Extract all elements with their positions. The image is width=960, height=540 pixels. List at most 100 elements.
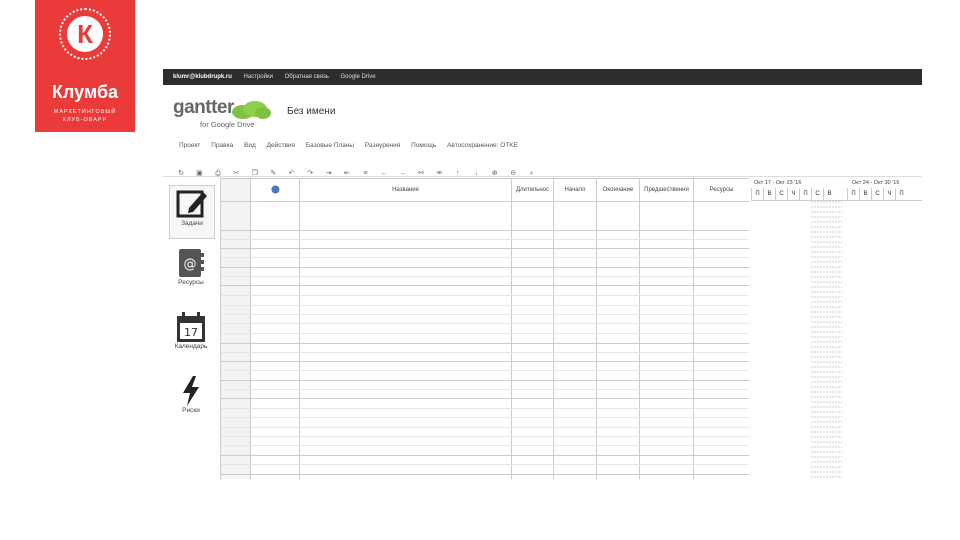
lightning-icon: [183, 376, 199, 406]
task-grid[interactable]: Название Длительнос Начало Окончание Пре…: [220, 178, 749, 479]
table-row[interactable]: [221, 398, 749, 399]
table-row[interactable]: [221, 333, 749, 334]
week-1-label: Окт 17 - Окт 23 '16: [754, 180, 802, 186]
day-label: С: [871, 188, 883, 200]
logo-tagline-2: КЛУБ-ОВАРР: [62, 117, 108, 123]
resource-book-icon: @: [179, 249, 204, 277]
table-row[interactable]: [221, 408, 749, 409]
header-predecessors[interactable]: Предшественни: [640, 179, 693, 202]
nav-tasks-label: Задачи: [181, 220, 203, 227]
logo-brand: Клумба: [51, 82, 119, 102]
day-label: С: [775, 188, 787, 200]
table-row[interactable]: [221, 305, 749, 306]
menu-edit[interactable]: Правка: [211, 142, 233, 149]
menu-baselines[interactable]: Базовые Планы: [306, 142, 354, 149]
calendar-day: 17: [184, 326, 198, 339]
table-row[interactable]: [221, 389, 749, 390]
table-row[interactable]: [221, 370, 749, 371]
day-label: С: [811, 188, 823, 200]
menu-help[interactable]: Помощь: [411, 142, 436, 149]
menu-project[interactable]: Проект: [179, 142, 200, 149]
weekend-shading: [811, 201, 842, 479]
svg-text:@: @: [184, 257, 197, 272]
day-label: В: [763, 188, 775, 200]
grid-col-line: [299, 179, 300, 479]
row-index-column: [221, 179, 251, 479]
topbar-google-drive[interactable]: Google Drive: [341, 74, 376, 80]
table-row[interactable]: [221, 436, 749, 437]
info-column-header[interactable]: [251, 179, 299, 202]
header-finish[interactable]: Окончание: [597, 179, 639, 202]
header-index: [221, 179, 250, 202]
table-row[interactable]: [221, 380, 749, 381]
table-row[interactable]: [221, 445, 749, 446]
nav-resources[interactable]: @ Ресурсы: [169, 247, 213, 295]
document-title[interactable]: Без имени: [287, 106, 335, 117]
day-label: В: [859, 188, 871, 200]
table-row[interactable]: [221, 474, 749, 475]
table-row[interactable]: [221, 464, 749, 465]
table-row[interactable]: [221, 323, 749, 324]
klumba-logo: К Клумба МАРКЕТИНГОВЫЙ КЛУБ-ОВАРР: [35, 0, 135, 132]
table-row[interactable]: [221, 230, 749, 231]
grid-col-line: [596, 179, 597, 479]
header-start[interactable]: Начало: [554, 179, 596, 202]
menu-extensions[interactable]: Разнурения: [365, 142, 400, 149]
nav-calendar[interactable]: 17 Календарь: [169, 311, 213, 359]
logo-letter: К: [67, 16, 103, 52]
grid-col-line: [511, 179, 512, 479]
table-row[interactable]: [221, 455, 749, 456]
table-row[interactable]: [221, 352, 749, 353]
table-row[interactable]: [221, 267, 749, 268]
table-row[interactable]: [221, 343, 749, 344]
week-2-label: Окт 24 - Окт 30 '16: [852, 180, 900, 186]
table-row[interactable]: [221, 239, 749, 240]
header-resources[interactable]: Ресурсы: [694, 179, 749, 202]
nav-risks-label: Риски: [182, 407, 200, 414]
nav-tasks[interactable]: Задачи: [169, 185, 215, 239]
day-header: П В С Ч П С В П В С Ч П: [751, 188, 922, 201]
header-duration[interactable]: Длительнос: [512, 179, 553, 202]
autosave-status: Автосохранение: OTKE: [447, 142, 518, 149]
logo-circle: К: [59, 8, 111, 60]
day-label: П: [799, 188, 811, 200]
table-row[interactable]: [221, 314, 749, 315]
menu-view[interactable]: Вид: [244, 142, 256, 149]
top-bar: klumr@klubdrupk.ru Настройки Обратная св…: [163, 69, 922, 85]
cloud-icon: [232, 101, 271, 119]
task-edit-icon: [176, 190, 207, 218]
gantter-subtitle: for Google Drive: [200, 120, 255, 129]
day-label: В: [823, 188, 835, 200]
toolbar: ↻ ▣ ⎙ ✂ ❐ ✎ ↶ ↷ ⇥ ⇤ ≡ ← → ⚯ ⚮ ↑ ↓ ⊕ ⊖ ⌕: [177, 162, 542, 177]
calendar-icon: 17: [177, 312, 205, 342]
topbar-feedback[interactable]: Обратная связь: [285, 74, 329, 80]
gantter-app: klumr@klubdrupk.ru Настройки Обратная св…: [163, 69, 922, 479]
topbar-settings[interactable]: Настройки: [244, 74, 273, 80]
logo-tagline: МАРКЕТИНГОВЫЙ КЛУБ-ОВАРР: [35, 108, 135, 124]
info-icon: [270, 185, 280, 194]
table-row[interactable]: [221, 248, 749, 249]
day-label: П: [751, 188, 763, 200]
header-name[interactable]: Название: [300, 179, 511, 202]
table-row[interactable]: [221, 257, 749, 258]
menu-actions[interactable]: Действия: [267, 142, 295, 149]
day-label: П: [895, 188, 907, 200]
table-row[interactable]: [221, 361, 749, 362]
gantt-chart[interactable]: Окт 17 - Окт 23 '16 Окт 24 - Окт 30 '16 …: [751, 178, 922, 479]
day-label: П: [847, 188, 859, 200]
menu-bar: Проект Правка Вид Действия Базовые Планы…: [179, 142, 527, 149]
table-row[interactable]: [221, 276, 749, 277]
table-row[interactable]: [221, 427, 749, 428]
nav-resources-label: Ресурсы: [178, 279, 204, 286]
day-label: Ч: [883, 188, 895, 200]
table-row[interactable]: [221, 285, 749, 286]
nav-risks[interactable]: Риски: [169, 375, 213, 421]
toolbar-divider: [163, 176, 922, 177]
table-row[interactable]: [221, 295, 749, 296]
table-row[interactable]: [221, 417, 749, 418]
user-email[interactable]: klumr@klubdrupk.ru: [173, 74, 232, 80]
nav-calendar-label: Календарь: [174, 343, 208, 350]
grid-col-line: [639, 179, 640, 479]
grid-col-line: [693, 179, 694, 479]
gantter-logo-text: gantter: [173, 97, 234, 118]
